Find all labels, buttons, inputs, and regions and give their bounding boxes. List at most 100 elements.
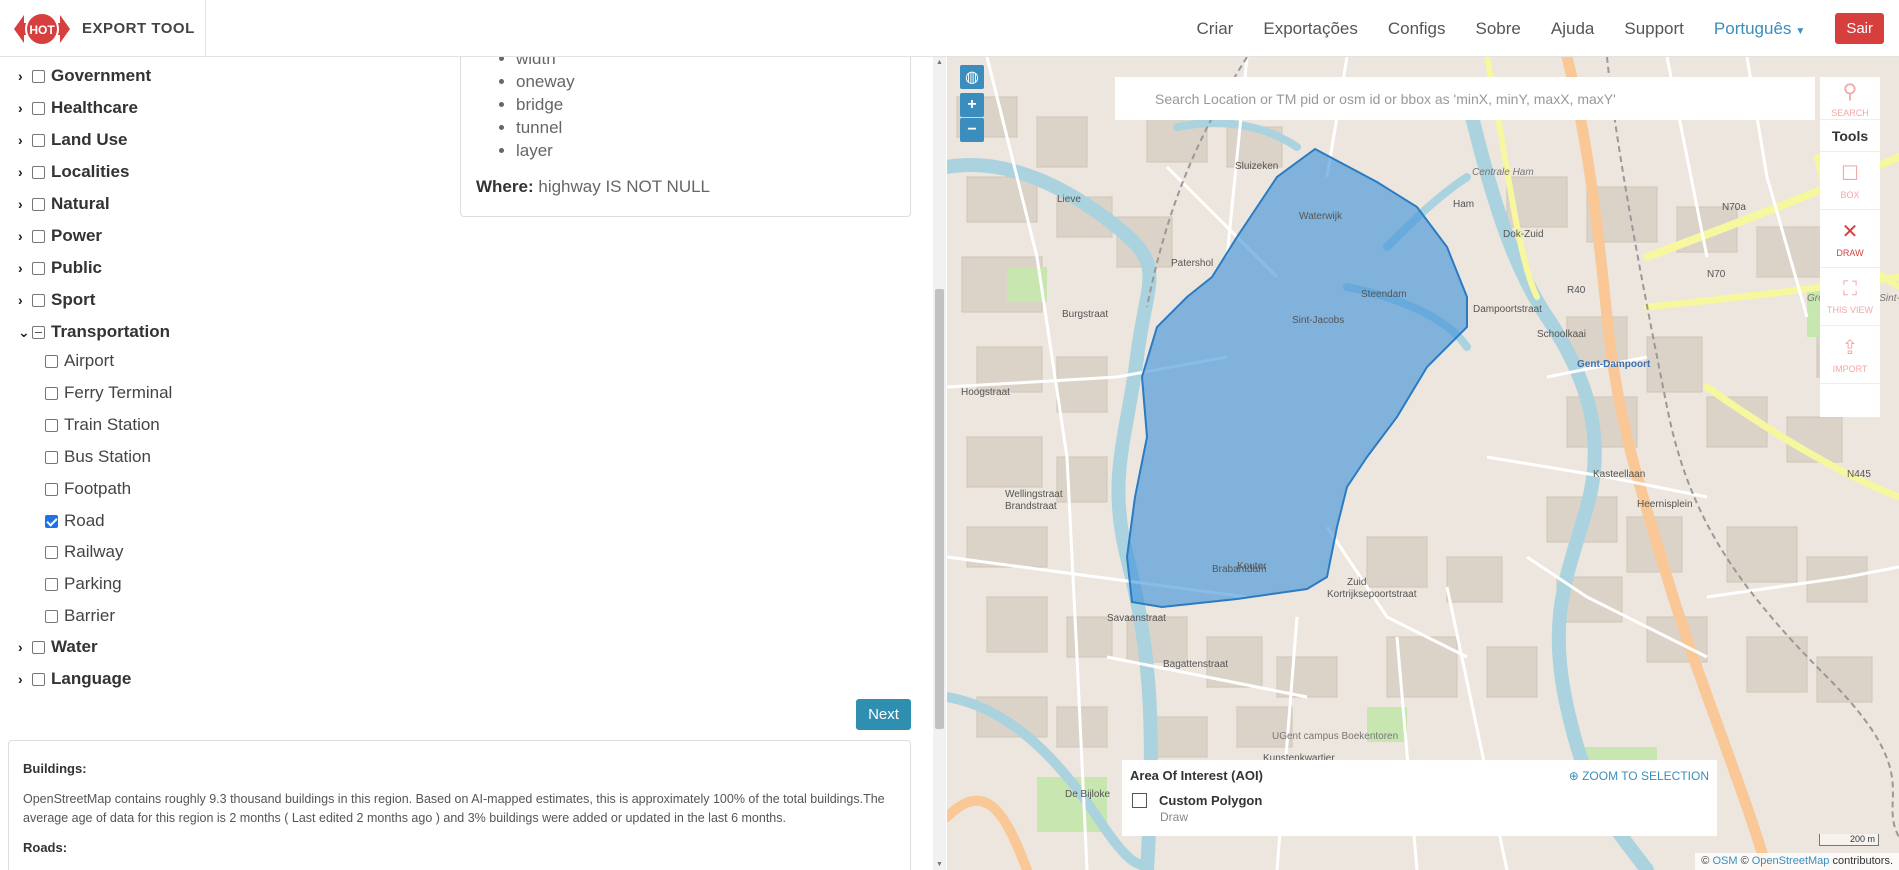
nav-item-configs[interactable]: Configs [1388, 19, 1446, 39]
globe-icon[interactable]: ◍ [960, 65, 984, 89]
nav-item-ajuda[interactable]: Ajuda [1551, 19, 1594, 39]
chevron-right-icon[interactable]: › [18, 228, 32, 244]
category-label: Power [51, 226, 103, 245]
layer-label: Footpath [64, 479, 132, 498]
checkbox[interactable] [32, 229, 45, 243]
chevron-right-icon[interactable]: › [18, 639, 32, 655]
category-healthcare[interactable]: › Healthcare [18, 96, 138, 120]
street-label: Lieve [1057, 194, 1081, 205]
category-localities[interactable]: › Localities [18, 160, 129, 184]
category-water[interactable]: › Water [18, 635, 98, 659]
checkbox[interactable] [45, 545, 58, 559]
layer-label: Barrier [64, 606, 116, 625]
chevron-right-icon[interactable]: › [18, 100, 32, 116]
checkbox[interactable] [32, 261, 45, 275]
checkbox[interactable] [45, 450, 58, 464]
checkbox[interactable] [32, 640, 45, 654]
street-label: Dok-Zuid [1503, 229, 1544, 240]
checkbox[interactable] [32, 101, 45, 115]
layer-parking[interactable]: Parking [45, 572, 122, 596]
checkbox[interactable] [32, 165, 45, 179]
category-land-use[interactable]: › Land Use [18, 128, 128, 152]
viewport-icon: ⛶ [1843, 278, 1857, 300]
language-label: Português [1713, 18, 1792, 38]
category-label: Water [51, 637, 98, 656]
checkbox-checked[interactable] [45, 514, 58, 528]
checkbox[interactable] [32, 69, 45, 83]
brand[interactable]: HOT EXPORT TOOL [0, 0, 206, 57]
nav-item-sobre[interactable]: Sobre [1476, 19, 1521, 39]
tag-item: tunnel [516, 116, 575, 139]
nav-item-support[interactable]: Support [1624, 19, 1684, 39]
logo-text: HOT [29, 23, 55, 37]
tool-this-view[interactable]: ⛶ THIS VIEW [1820, 268, 1880, 326]
aoi-polygon-row[interactable]: Custom Polygon [1132, 793, 1709, 808]
tool-box[interactable]: ☐ BOX [1820, 152, 1880, 210]
chevron-right-icon[interactable]: › [18, 164, 32, 180]
layer-railway[interactable]: Railway [45, 540, 124, 564]
openstreetmap-link[interactable]: OpenStreetMap [1752, 855, 1830, 867]
category-transportation[interactable]: ⌄ Transportation [18, 320, 170, 344]
where-label: Where: [476, 177, 534, 196]
checkbox[interactable] [32, 672, 45, 686]
location-search-input[interactable]: Search Location or TM pid or osm id or b… [1115, 77, 1815, 120]
checkbox[interactable] [32, 293, 45, 307]
checkbox[interactable] [32, 133, 45, 147]
chevron-right-icon[interactable]: › [18, 260, 32, 276]
osm-link[interactable]: OSM [1712, 855, 1737, 867]
category-sport[interactable]: › Sport [18, 288, 95, 312]
category-power[interactable]: › Power [18, 224, 102, 248]
category-public[interactable]: › Public [18, 256, 102, 280]
chevron-down-icon[interactable]: ⌄ [18, 324, 32, 341]
layer-road[interactable]: Road [45, 509, 105, 533]
layer-barrier[interactable]: Barrier [45, 604, 115, 628]
category-government[interactable]: › Government [18, 64, 151, 88]
tool-label: THIS VIEW [1826, 305, 1873, 315]
checkbox[interactable] [45, 609, 58, 623]
zoom-in-button[interactable]: + [960, 93, 984, 117]
checkbox-partial[interactable] [32, 325, 45, 339]
zoom-to-selection-button[interactable]: ⊕ ZOOM TO SELECTION [1569, 769, 1709, 783]
where-clause: Where: highway IS NOT NULL [476, 177, 710, 197]
map-view[interactable]: Sluizeken Waterwijk Patershol Sint-Jacob… [947, 57, 1899, 870]
category-language[interactable]: › Language [18, 667, 131, 691]
zoom-out-button[interactable]: − [960, 118, 984, 142]
nav-item-criar[interactable]: Criar [1197, 19, 1234, 39]
layer-ferry-terminal[interactable]: Ferry Terminal [45, 381, 172, 405]
scroll-thumb[interactable] [935, 289, 944, 729]
logout-button[interactable]: Sair [1835, 13, 1884, 44]
scroll-down-icon[interactable]: ▼ [935, 861, 944, 868]
next-button[interactable]: Next [856, 699, 911, 730]
language-dropdown[interactable]: Português ▼ [1714, 19, 1805, 39]
checkbox[interactable] [45, 418, 58, 432]
street-label: Brandstraat [1005, 501, 1057, 512]
chevron-right-icon[interactable]: › [18, 292, 32, 308]
left-panel-scrollbar[interactable]: ▲ ▼ [933, 57, 946, 870]
tool-draw[interactable]: ✕ DRAW [1820, 210, 1880, 268]
layer-airport[interactable]: Airport [45, 349, 114, 373]
tag-list: width oneway bridge tunnel layer [516, 57, 575, 162]
checkbox[interactable] [45, 482, 58, 496]
chevron-right-icon[interactable]: › [18, 132, 32, 148]
category-natural[interactable]: › Natural [18, 192, 110, 216]
chevron-right-icon[interactable]: › [18, 671, 32, 687]
layer-label: Train Station [64, 415, 160, 434]
layer-footpath[interactable]: Footpath [45, 477, 131, 501]
attribution-suffix: contributors. [1832, 855, 1893, 867]
checkbox[interactable] [32, 197, 45, 211]
nav-item-exportacoes[interactable]: Exportações [1263, 19, 1358, 39]
checkbox[interactable] [45, 577, 58, 591]
hot-logo-icon: HOT [10, 9, 74, 49]
category-label: Localities [51, 162, 130, 181]
layer-train-station[interactable]: Train Station [45, 413, 160, 437]
scroll-up-icon[interactable]: ▲ [935, 59, 944, 66]
polygon-checkbox[interactable] [1132, 793, 1147, 808]
top-navbar: HOT EXPORT TOOL Criar Exportações Config… [0, 0, 1899, 57]
tool-import[interactable]: ⇪ IMPORT [1820, 326, 1880, 384]
chevron-right-icon[interactable]: › [18, 68, 32, 84]
checkbox[interactable] [45, 386, 58, 400]
chevron-right-icon[interactable]: › [18, 196, 32, 212]
search-button[interactable]: ⚲ SEARCH [1820, 77, 1880, 120]
checkbox[interactable] [45, 354, 58, 368]
layer-bus-station[interactable]: Bus Station [45, 445, 151, 469]
